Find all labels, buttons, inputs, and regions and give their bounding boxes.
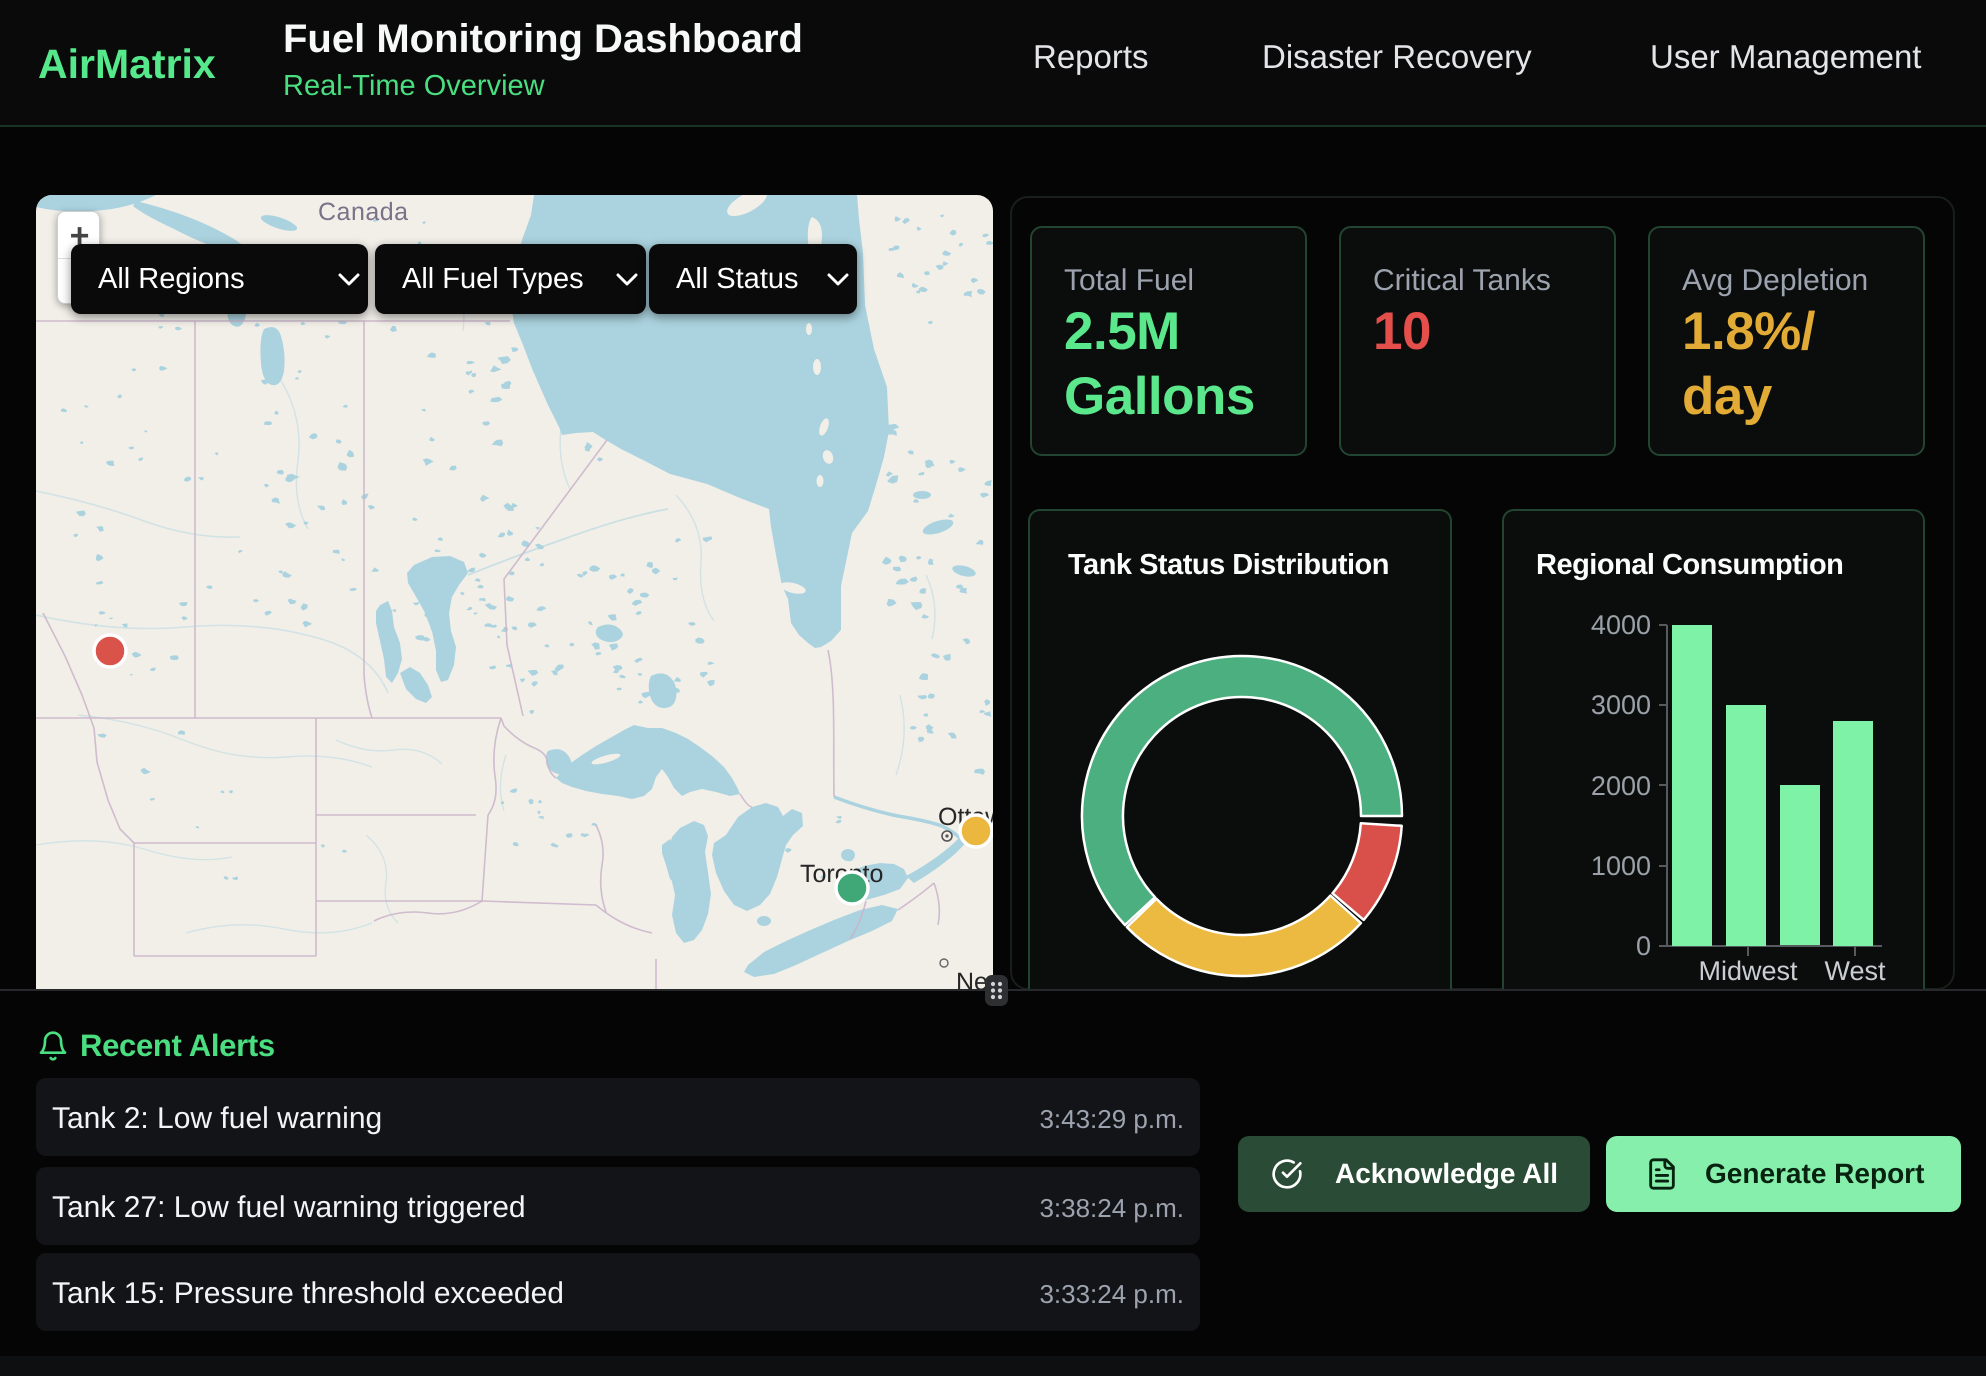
svg-text:0: 0 (1636, 931, 1651, 961)
svg-text:2000: 2000 (1591, 771, 1651, 801)
svg-text:Midwest: Midwest (1698, 956, 1798, 986)
svg-text:West: West (1824, 956, 1886, 986)
svg-text:Canada: Canada (318, 198, 409, 226)
svg-text:3000: 3000 (1591, 690, 1651, 720)
svg-text:4000: 4000 (1591, 610, 1651, 640)
svg-text:1000: 1000 (1591, 851, 1651, 881)
